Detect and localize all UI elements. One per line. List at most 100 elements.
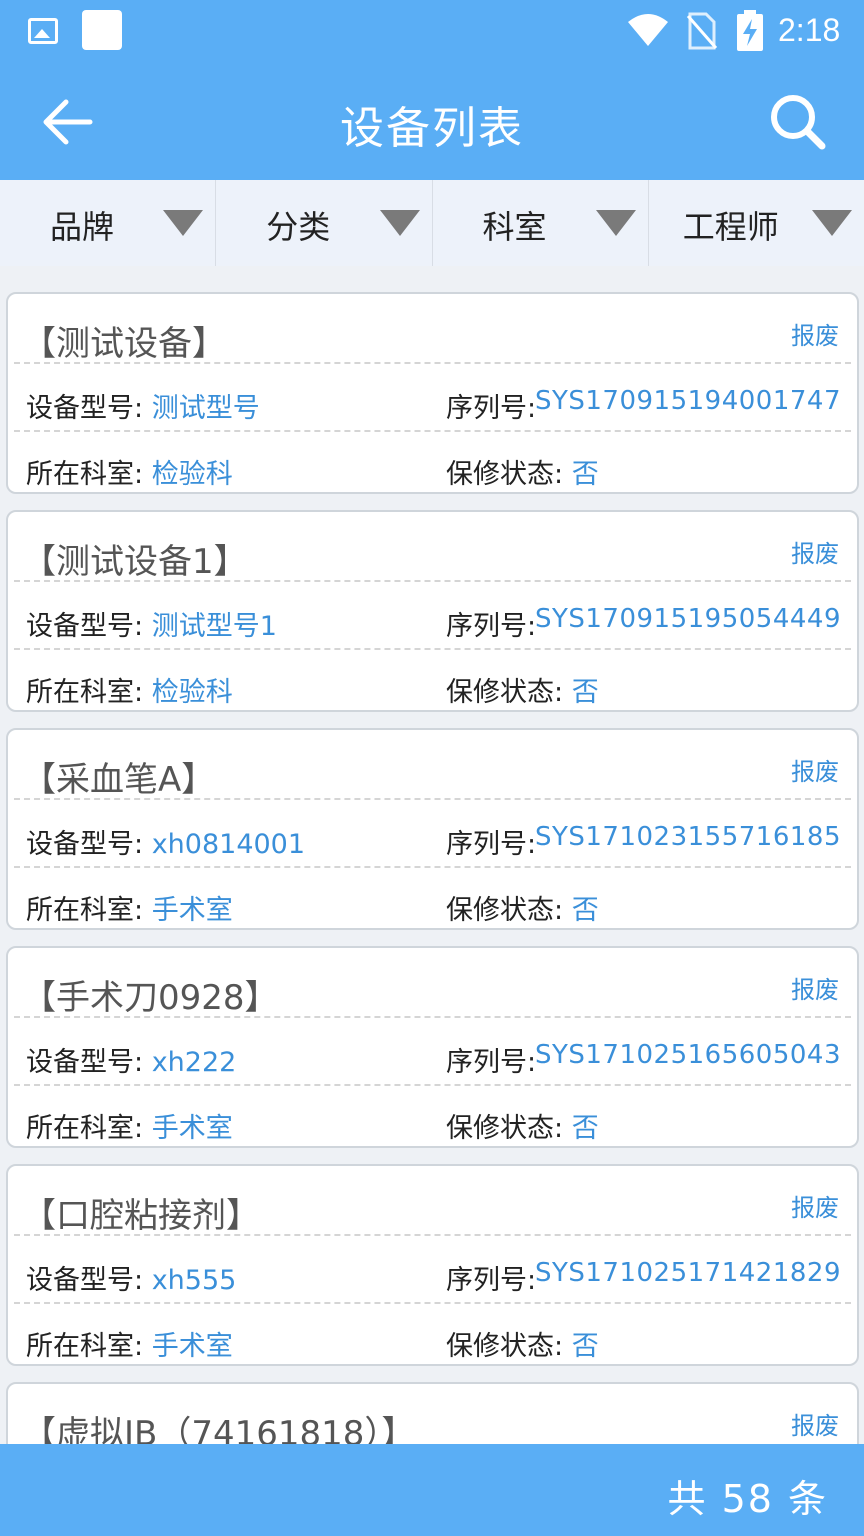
divider [14,1234,851,1236]
warranty-row: 保修状态: 否 [446,670,599,709]
dept-value: 手术室 [151,1113,233,1144]
dept-label: 所在科室: [26,895,144,926]
total-count: 共 58 条 [667,1477,828,1521]
model-row: 设备型号: xh555 [26,1258,236,1297]
model-value: xh222 [151,1047,237,1078]
device-card[interactable]: 【手术刀0928】 报废 设备型号: xh222 序列号: SYS1710251… [6,946,859,1148]
warranty-label: 保修状态: [446,459,564,490]
serial-value: SYS171025171421829 [534,1258,841,1288]
dept-row: 所在科室: 手术室 [26,888,233,927]
warranty-value: 否 [571,459,599,490]
divider [14,1016,851,1018]
warranty-value: 否 [571,895,599,926]
device-card[interactable]: 【测试设备1】 报废 设备型号: 测试型号1 序列号: SYS170915195… [6,510,859,712]
filter-category[interactable]: 分类 [216,180,433,266]
model-row: 设备型号: 测试型号 [26,386,260,425]
divider [14,798,851,800]
divider [14,1302,851,1304]
divider [14,866,851,868]
divider [14,580,851,582]
serial-label: 序列号: [446,829,537,860]
model-label: 设备型号: [26,393,144,424]
serial-label: 序列号: [446,1047,537,1078]
scrap-button[interactable]: 报废 [791,1406,839,1441]
device-name: 【测试设备1】 [22,542,248,582]
serial-label: 序列号: [446,393,537,424]
dept-row: 所在科室: 检验科 [26,670,233,709]
app-square-icon [82,10,122,50]
scrap-button[interactable]: 报废 [791,752,839,787]
serial-label: 序列号: [446,1265,537,1296]
dropdown-arrow-icon [379,210,420,236]
filter-department[interactable]: 科室 [433,180,649,266]
serial-value: SYS171025165605043 [534,1040,841,1070]
filter-label: 工程师 [682,208,779,246]
device-name: 【口腔粘接剂】 [22,1196,260,1236]
model-row: 设备型号: xh0814001 [26,822,305,861]
scrap-button[interactable]: 报废 [791,534,839,569]
scrap-button[interactable]: 报废 [791,316,839,351]
divider [14,362,851,364]
model-label: 设备型号: [26,1047,144,1078]
dropdown-arrow-icon [595,210,636,236]
model-value: 测试型号1 [151,611,277,642]
divider [14,430,851,432]
warranty-label: 保修状态: [446,1331,564,1362]
model-label: 设备型号: [26,1265,144,1296]
dept-label: 所在科室: [26,1113,144,1144]
device-card[interactable]: 【测试设备】 报废 设备型号: 测试型号 序列号: SYS17091519400… [6,292,859,494]
warranty-value: 否 [571,677,599,708]
scrap-button[interactable]: 报废 [791,970,839,1005]
warranty-row: 保修状态: 否 [446,1106,599,1145]
model-label: 设备型号: [26,611,144,642]
model-label: 设备型号: [26,829,144,860]
device-card[interactable]: 【采血笔A】 报废 设备型号: xh0814001 序列号: SYS171023… [6,728,859,930]
device-name: 【测试设备】 [22,324,226,364]
device-list: 【测试设备】 报废 设备型号: 测试型号 序列号: SYS17091519400… [0,292,864,1444]
warranty-row: 保修状态: 否 [446,1324,599,1363]
filter-engineer[interactable]: 工程师 [649,180,864,266]
device-card[interactable]: 【虚拟IB（74161818）】 报废 [6,1382,859,1444]
serial-value: SYS170915194001747 [534,386,841,416]
device-name: 【虚拟IB（74161818）】 [22,1414,416,1444]
dept-value: 手术室 [151,895,233,926]
device-name: 【采血笔A】 [22,760,216,800]
device-card[interactable]: 【口腔粘接剂】 报废 设备型号: xh555 序列号: SYS171025171… [6,1164,859,1366]
dept-row: 所在科室: 检验科 [26,452,233,491]
status-bar: 2:18 [0,0,864,64]
filter-bar: 品牌 分类 科室 工程师 [0,180,864,266]
image-icon [28,18,58,44]
search-icon[interactable] [766,90,830,154]
warranty-value: 否 [571,1331,599,1362]
scrap-button[interactable]: 报废 [791,1188,839,1223]
device-name: 【手术刀0928】 [22,978,279,1018]
dept-value: 检验科 [151,459,233,490]
filter-label: 分类 [266,208,331,246]
model-value: 测试型号 [151,393,260,424]
footer-bar: 共 58 条 [0,1444,864,1536]
filter-label: 科室 [482,208,547,246]
dept-label: 所在科室: [26,1331,144,1362]
warranty-row: 保修状态: 否 [446,888,599,927]
model-row: 设备型号: xh222 [26,1040,236,1079]
warranty-value: 否 [571,1113,599,1144]
model-value: xh0814001 [151,829,306,860]
model-row: 设备型号: 测试型号1 [26,604,277,643]
app-bar: 设备列表 [0,64,864,180]
divider [14,648,851,650]
page-title: 设备列表 [340,103,524,154]
dept-label: 所在科室: [26,677,144,708]
serial-label: 序列号: [446,611,537,642]
warranty-label: 保修状态: [446,677,564,708]
model-value: xh555 [151,1265,237,1296]
warranty-row: 保修状态: 否 [446,452,599,491]
serial-value: SYS171023155716185 [534,822,841,852]
dept-row: 所在科室: 手术室 [26,1324,233,1363]
serial-value: SYS170915195054449 [534,604,841,634]
divider [14,1084,851,1086]
filter-brand[interactable]: 品牌 [0,180,217,266]
dept-value: 检验科 [151,677,233,708]
dropdown-arrow-icon [812,210,852,236]
clock: 2:18 [778,12,841,48]
filter-label: 品牌 [50,208,115,246]
